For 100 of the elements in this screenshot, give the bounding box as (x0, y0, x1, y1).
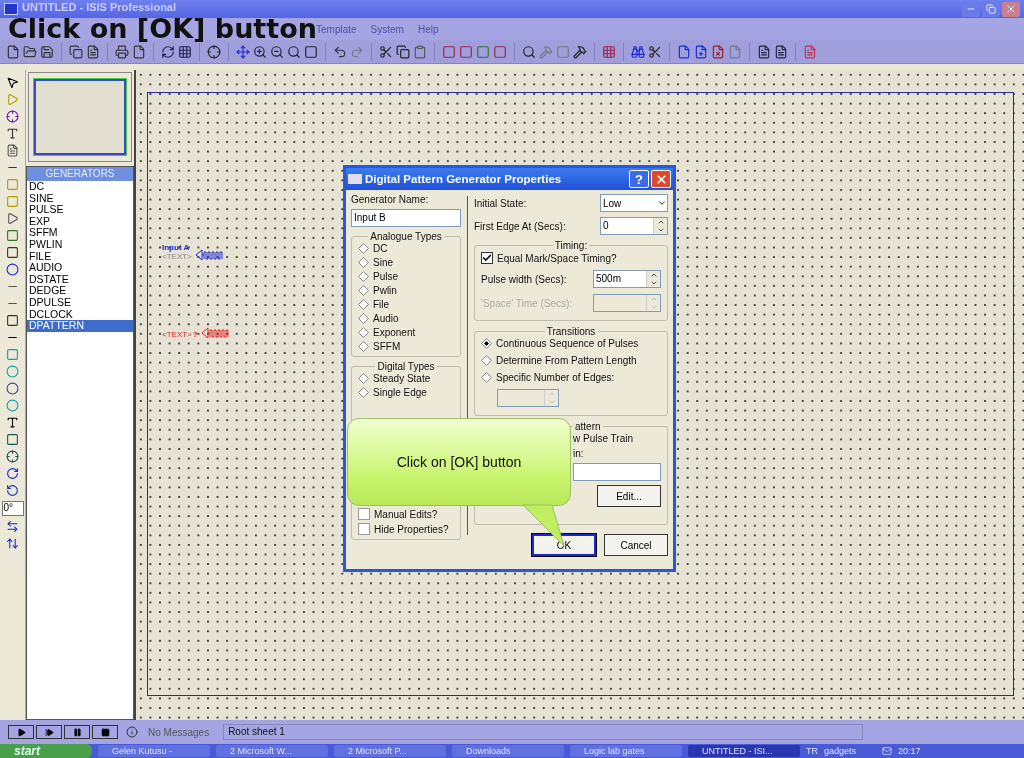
grid-icon[interactable] (178, 44, 192, 59)
rotate-clockwise-icon[interactable] (6, 467, 19, 480)
spin-arrows-icon[interactable] (646, 271, 660, 287)
spin-arrows-icon[interactable] (653, 218, 667, 234)
list-item[interactable]: EXP (27, 215, 133, 228)
radio-button[interactable] (481, 338, 492, 349)
list-item[interactable]: AUDIO (27, 262, 133, 274)
taskbar-button[interactable]: Gelen Kutusu - (98, 745, 210, 757)
list-item[interactable]: DEDGE (27, 285, 133, 297)
move-icon[interactable] (236, 44, 250, 59)
radio-button[interactable] (358, 299, 369, 310)
edit-button[interactable]: Edit... (597, 485, 661, 507)
list-item[interactable]: DCLOCK (27, 308, 133, 321)
taskbar-button[interactable]: 2 Microsoft P... (334, 745, 446, 757)
checkbox[interactable] (358, 523, 370, 535)
mail-icon[interactable] (882, 746, 893, 756)
field-label: Pulse width (Secs): (481, 273, 567, 285)
restore-icon (986, 4, 996, 14)
dialog-button[interactable]: Cancel (604, 534, 668, 556)
list-item[interactable]: DPATTERN (27, 320, 133, 332)
restore-button[interactable] (982, 1, 1000, 17)
initial-state-select[interactable]: Low (600, 194, 668, 212)
list-item[interactable]: PWLIN (27, 238, 133, 251)
refresh-icon[interactable] (161, 44, 175, 59)
radio-button[interactable] (481, 372, 492, 383)
radio-button[interactable] (358, 373, 369, 384)
undo-icon[interactable] (333, 44, 347, 59)
cut-icon[interactable] (379, 44, 393, 59)
rotation-field[interactable]: 0° (1, 501, 24, 516)
copy-icon[interactable] (396, 44, 410, 59)
sheet-preview[interactable] (34, 79, 126, 155)
print-icon[interactable] (115, 44, 129, 59)
zoom-in-icon[interactable] (253, 44, 267, 59)
netlist-icon[interactable] (774, 44, 788, 59)
zoom-out-icon[interactable] (270, 44, 284, 59)
taskbar-button[interactable]: 2 Microsoft W... (216, 745, 328, 757)
play-button[interactable] (8, 725, 34, 739)
taskbar-button[interactable]: UNTITLED - ISI... (688, 745, 800, 757)
rotate-anticlockwise-icon[interactable] (6, 484, 19, 497)
radio-button[interactable] (358, 327, 369, 338)
list-item[interactable]: SFFM (27, 227, 133, 239)
delete-sheet-icon[interactable] (711, 44, 725, 59)
list-item[interactable]: DC (27, 181, 133, 193)
close-button[interactable] (1002, 1, 1020, 17)
pulse-width-field[interactable]: 500m (593, 270, 661, 288)
binoculars-icon[interactable] (631, 44, 645, 59)
radio-button[interactable] (358, 341, 369, 352)
radio-button[interactable] (358, 271, 369, 282)
crosshair-icon[interactable] (207, 44, 221, 59)
list-item[interactable]: DPULSE (27, 296, 133, 309)
pause-button[interactable] (64, 725, 90, 739)
hammer-icon[interactable] (573, 44, 587, 59)
radio-button[interactable] (358, 243, 369, 254)
open-folder-icon[interactable] (23, 44, 37, 59)
sheet-icon[interactable] (677, 44, 691, 59)
radio-button[interactable] (358, 387, 369, 398)
list-item[interactable]: PULSE (27, 204, 133, 216)
info-icon (126, 726, 138, 738)
mirror-horizontal-icon[interactable] (6, 520, 19, 533)
radio-button[interactable] (358, 257, 369, 268)
bill-icon[interactable] (757, 44, 771, 59)
paste-icon[interactable] (413, 44, 427, 59)
taskbar-button[interactable]: Downloads (452, 745, 564, 757)
radio-button[interactable] (481, 355, 492, 366)
list-item[interactable]: FILE (27, 250, 133, 263)
document-icon[interactable] (86, 44, 100, 59)
close-button[interactable] (651, 170, 671, 188)
box-icon[interactable] (6, 348, 19, 361)
first-edge-field[interactable]: 0 (600, 217, 668, 235)
gadgets-label[interactable]: gadgets (824, 746, 857, 756)
checkbox[interactable] (358, 508, 370, 520)
mirror-vertical-icon[interactable] (6, 537, 19, 550)
help-button[interactable]: ? (629, 170, 649, 188)
new-file-icon[interactable] (6, 44, 20, 59)
script-icon[interactable] (6, 144, 19, 157)
marker-icon[interactable] (6, 450, 19, 463)
radio-button[interactable] (358, 285, 369, 296)
list-item[interactable]: DSTATE (27, 273, 133, 286)
dialog-icon (348, 174, 362, 184)
stop-button[interactable] (92, 725, 118, 739)
pointer-icon[interactable] (6, 76, 19, 89)
radio-button[interactable] (358, 313, 369, 324)
pulse-generator-icon[interactable] (200, 327, 231, 339)
pulse-generator-icon[interactable] (194, 249, 225, 261)
space-time-field[interactable] (593, 294, 661, 312)
checkbox[interactable] (481, 252, 493, 264)
save-icon[interactable] (40, 44, 54, 59)
generator-name-field[interactable]: Input B (351, 209, 461, 227)
language-indicator[interactable]: TR (806, 746, 818, 756)
step-button[interactable] (36, 725, 62, 739)
junction-icon[interactable] (6, 110, 19, 123)
zoom-icon[interactable] (287, 44, 301, 59)
list-item[interactable]: SINE (27, 192, 133, 205)
new-sheet-icon[interactable] (694, 44, 708, 59)
copy-sheet-icon[interactable] (69, 44, 83, 59)
taskbar-button[interactable]: Logic lab gates (570, 745, 682, 757)
circle-icon[interactable] (6, 365, 19, 378)
pattern-field[interactable] (573, 463, 661, 481)
text-icon[interactable] (6, 416, 19, 429)
page-icon[interactable] (132, 44, 146, 59)
